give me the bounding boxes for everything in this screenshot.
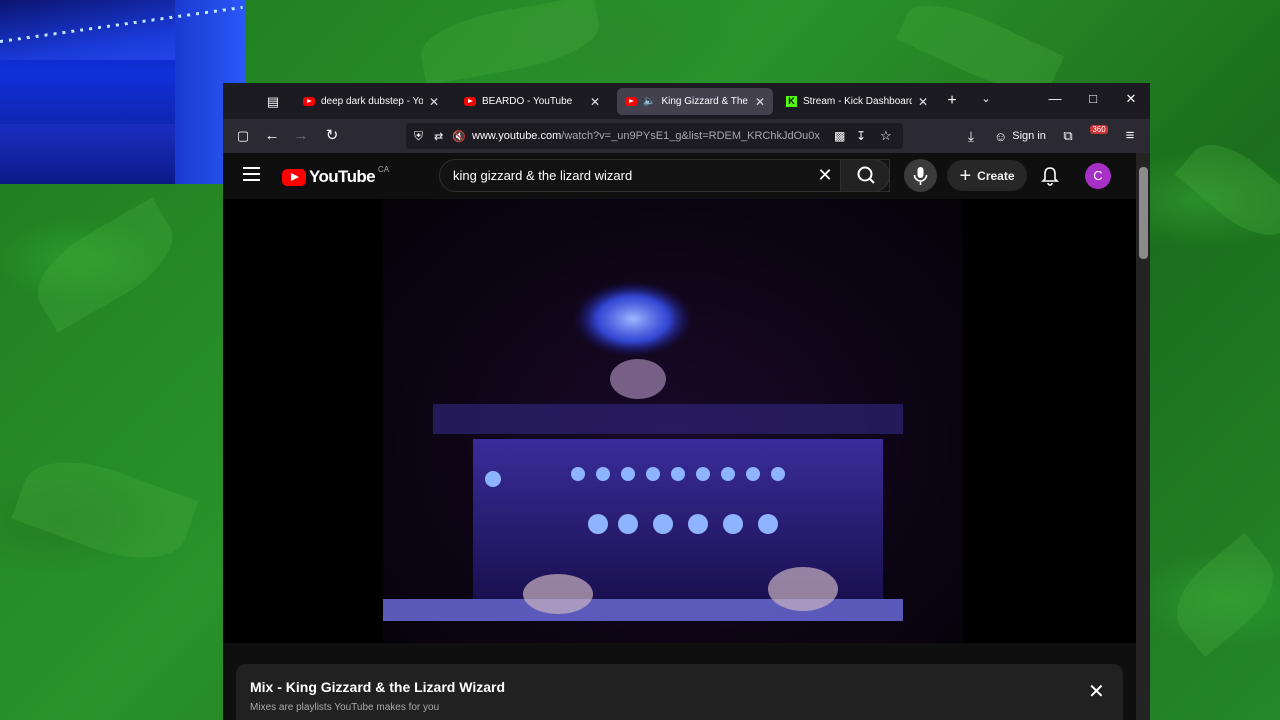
speaker-icon[interactable]: 🔈 [643,96,655,107]
tab-title: Stream - Kick Dashboard [803,96,912,107]
close-window-icon[interactable]: ✕ [1122,91,1140,107]
playlist-subtitle: Mixes are playlists YouTube makes for yo… [250,702,440,713]
avatar[interactable]: C [1085,163,1111,189]
youtube-page: YouTube CA king gizzard & the lizard wiz… [223,153,1136,720]
navigation-toolbar: ▢ ← → ↻ ⛨ ⇄ 🔇 www.youtube.com /watch?v=_… [223,119,1150,153]
sidebar-toggle-icon[interactable]: ▢ [231,119,255,153]
close-tab-icon[interactable]: ✕ [755,95,765,109]
youtube-icon [625,97,637,106]
tab-beardo[interactable]: BEARDO - YouTube ✕ [456,88,608,115]
url-bar[interactable]: ⛨ ⇄ 🔇 www.youtube.com /watch?v=_un9PYsE1… [406,123,903,149]
tab-kick-dashboard[interactable]: K Stream - Kick Dashboard ✕ [778,88,936,115]
video-still-image [383,281,903,621]
youtube-icon [464,97,476,106]
sign-in-label: Sign in [1012,130,1046,142]
youtube-icon [303,97,315,106]
video-player[interactable] [223,199,1136,643]
tab-title: BEARDO - YouTube [482,96,573,107]
back-icon[interactable]: ← [260,119,284,153]
country-code: CA [378,164,390,174]
url-host: www.youtube.com [472,130,562,142]
account-icon: ☺ [994,128,1008,144]
new-tab-icon[interactable]: + [943,92,961,110]
close-icon[interactable]: ✕ [1088,682,1105,702]
tab-bar: ▤ deep dark dubstep - YouT ✕ BEARDO - Yo… [223,83,1150,119]
notifications-button[interactable] [1039,165,1061,187]
video-frame [383,199,963,643]
voice-search-button[interactable] [904,159,937,192]
avatar-letter: C [1093,168,1103,183]
youtube-logo[interactable]: YouTube CA [282,164,390,187]
downloads-icon[interactable]: ⤓ [959,119,983,153]
chevron-down-icon[interactable]: ⌄ [977,92,995,105]
clear-search-icon[interactable]: ✕ [813,159,837,192]
page-scrollbar[interactable] [1136,153,1150,720]
extensions-icon[interactable]: ⧉ [1056,119,1080,153]
search-query: king gizzard & the lizard wizard [453,168,633,183]
extension-badge-icon[interactable]: 360 [1087,123,1111,137]
forward-icon[interactable]: → [289,119,313,153]
create-label: Create [977,168,1015,183]
create-button[interactable]: + Create [947,160,1027,191]
playlist-panel: Mix - King Gizzard & the Lizard Wizard M… [236,664,1123,720]
tab-title: deep dark dubstep - YouT [321,96,423,107]
close-tab-icon[interactable]: ✕ [429,95,439,109]
url-path: /watch?v=_un9PYsE1_g&list=RDEM_KRChkJdOu… [561,130,820,142]
browser-window: ▤ deep dark dubstep - YouT ✕ BEARDO - Yo… [223,83,1150,720]
hamburger-menu-icon[interactable] [243,167,260,181]
search-button[interactable] [840,159,890,192]
extension-badge: 360 [1090,125,1108,134]
maximize-icon[interactable]: □ [1084,91,1102,106]
reload-icon[interactable]: ↻ [320,119,344,153]
tab-title: King Gizzard & The Li [661,96,749,107]
muted-mic-icon[interactable]: 🔇 [452,130,466,143]
youtube-header: YouTube CA king gizzard & the lizard wiz… [223,153,1136,199]
minimize-icon[interactable]: — [1046,91,1064,106]
search-icon [857,166,875,184]
youtube-play-icon [282,168,306,186]
close-tab-icon[interactable]: ✕ [590,95,600,109]
tab-list-icon[interactable]: ▤ [265,94,281,110]
close-tab-icon[interactable]: ✕ [918,95,928,109]
bookmark-star-icon[interactable]: ☆ [880,128,892,144]
tab-king-gizzard[interactable]: 🔈 King Gizzard & The Li ✕ [617,88,773,115]
kick-icon: K [786,96,797,107]
shield-icon[interactable]: ⛨ [414,129,423,144]
playlist-title[interactable]: Mix - King Gizzard & the Lizard Wizard [250,679,505,695]
save-page-icon[interactable]: ↧ [856,129,866,143]
scrollbar-thumb[interactable] [1139,167,1148,259]
sign-in-button[interactable]: ☺ Sign in [988,124,1052,148]
plus-icon: + [959,164,972,187]
permissions-icon[interactable]: ⇄ [434,130,443,143]
picture-in-picture-icon[interactable]: ▩ [834,129,845,143]
microphone-icon [913,167,928,185]
webcam-overlay [0,0,245,184]
youtube-wordmark: YouTube [309,167,376,186]
bell-icon [1041,167,1059,186]
menu-icon[interactable]: ≡ [1118,119,1142,153]
tab-deep-dark-dubstep[interactable]: deep dark dubstep - YouT ✕ [295,88,447,115]
